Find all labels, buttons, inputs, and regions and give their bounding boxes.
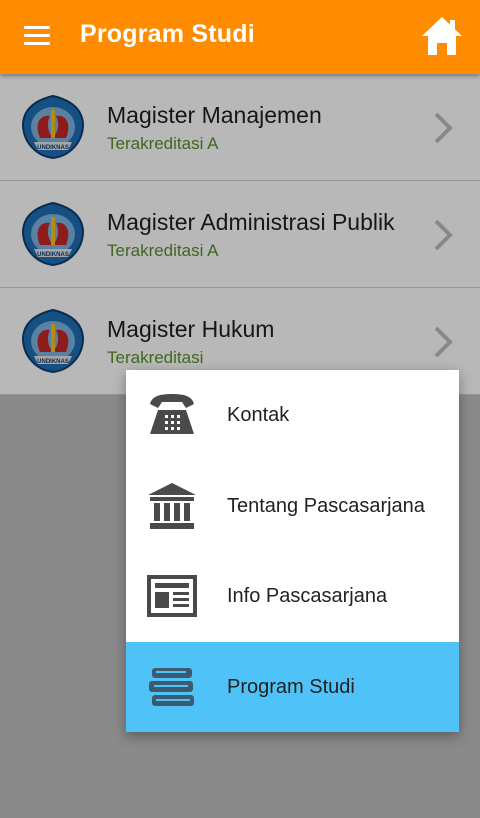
institution-icon — [148, 482, 196, 529]
menu-item-label: Info Pascasarjana — [227, 585, 388, 607]
newspaper-icon — [147, 575, 197, 617]
menu-item-tentang-pascasarjana[interactable]: Tentang Pascasarjana — [126, 461, 459, 552]
menu-item-label: Program Studi — [227, 675, 355, 698]
menu-item-label: Kontak — [227, 404, 290, 426]
menu-item-label: Tentang Pascasarjana — [227, 494, 425, 517]
hamburger-icon[interactable] — [24, 26, 50, 46]
page-title: Program Studi — [80, 20, 255, 48]
menu-item-kontak[interactable]: Kontak — [126, 370, 459, 461]
app-bar: Program Studi — [0, 0, 480, 74]
telephone-icon — [150, 394, 194, 434]
menu-item-program-studi[interactable]: Program Studi — [126, 641, 459, 732]
home-icon[interactable] — [420, 14, 464, 58]
books-icon — [149, 667, 194, 706]
menu-item-info-pascasarjana[interactable]: Info Pascasarjana — [126, 551, 459, 642]
popup-menu: Kontak Tentang Pascasarjana Info Pascasa… — [126, 370, 459, 732]
